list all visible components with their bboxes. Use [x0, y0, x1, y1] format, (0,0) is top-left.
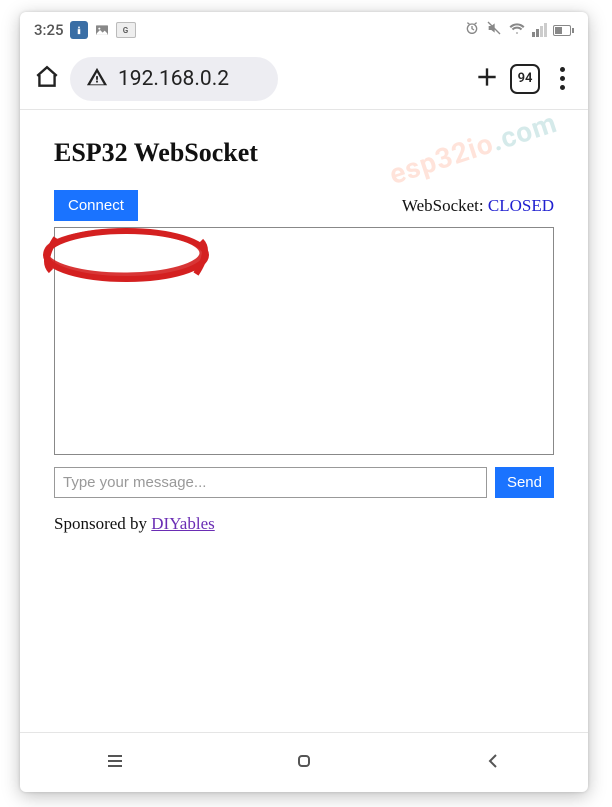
status-bar: 3:25 G [20, 12, 588, 48]
signal-icon [532, 23, 547, 37]
log-textarea[interactable] [54, 227, 554, 455]
battery-icon [553, 25, 574, 36]
android-nav-bar [20, 732, 588, 792]
control-row: Connect WebSocket: CLOSED [54, 190, 554, 221]
status-right [464, 19, 574, 41]
message-input[interactable] [54, 467, 487, 498]
home-button[interactable] [292, 749, 316, 777]
sponsor-link[interactable]: DIYables [151, 514, 214, 533]
new-tab-icon[interactable] [474, 64, 500, 94]
connect-button[interactable]: Connect [54, 190, 138, 221]
menu-dots-icon[interactable] [550, 67, 574, 90]
not-secure-icon [86, 66, 108, 92]
websocket-status: WebSocket: CLOSED [402, 196, 554, 216]
websocket-status-label: WebSocket: [402, 196, 488, 215]
mute-icon [486, 20, 502, 40]
home-icon[interactable] [34, 64, 60, 94]
sponsor-line: Sponsored by DIYables [54, 514, 554, 534]
sponsor-prefix: Sponsored by [54, 514, 151, 533]
input-row: Send [54, 467, 554, 498]
page-title: ESP32 WebSocket [54, 138, 554, 168]
url-bar[interactable]: 192.168.0.2 [70, 57, 278, 101]
back-button[interactable] [481, 749, 505, 777]
browser-toolbar: 192.168.0.2 94 [20, 48, 588, 110]
alarm-icon [464, 20, 480, 40]
tab-count-button[interactable]: 94 [510, 64, 540, 94]
app-notification-icon [70, 21, 88, 39]
image-icon [94, 22, 110, 38]
status-left: 3:25 G [34, 21, 136, 39]
clock-time: 3:25 [34, 21, 64, 39]
phone-frame: 3:25 G 1 [20, 12, 588, 792]
google-translate-icon: G [116, 22, 136, 38]
websocket-status-value: CLOSED [488, 196, 554, 215]
page-content: ESP32 WebSocket Connect WebSocket: CLOSE… [20, 110, 588, 534]
recents-button[interactable] [103, 749, 127, 777]
url-text: 192.168.0.2 [118, 67, 229, 91]
wifi-icon [508, 19, 526, 41]
send-button[interactable]: Send [495, 467, 554, 498]
